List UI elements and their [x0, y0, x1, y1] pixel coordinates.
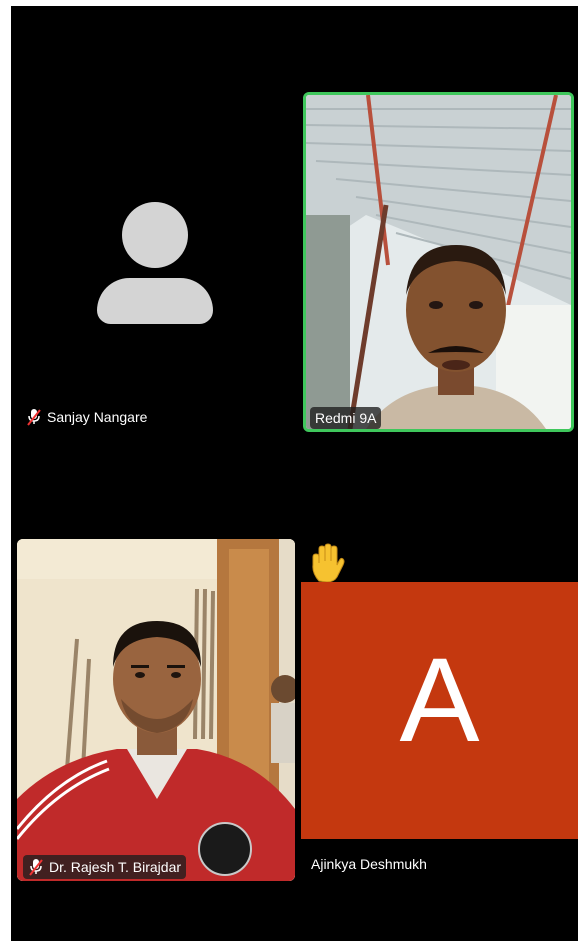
default-avatar-head — [122, 202, 188, 268]
participant-name: Sanjay Nangare — [47, 409, 148, 425]
name-pill: Dr. Rajesh T. Birajdar — [23, 855, 187, 879]
participant-tile-redmi[interactable]: Redmi 9A — [303, 92, 574, 432]
participant-name-label: Sanjay Nangare — [26, 408, 147, 426]
participant-name: Dr. Rajesh T. Birajdar — [49, 859, 182, 875]
mic-muted-icon — [29, 859, 43, 876]
video-grid: Sanjay Nangare Redmi 9A Dr. Rajesh T. Bi… — [11, 6, 578, 941]
mic-muted-icon — [27, 409, 41, 426]
participant-name: Redmi 9A — [310, 407, 382, 429]
video-feed — [17, 539, 295, 881]
participant-tile-ajinkya[interactable]: A — [301, 582, 578, 839]
participant-tile-rajesh[interactable]: Dr. Rajesh T. Birajdar — [17, 539, 295, 881]
raised-hand-icon — [312, 543, 345, 583]
participant-name-label: Redmi 9A — [310, 407, 382, 429]
default-avatar-body — [97, 278, 213, 324]
participant-name: Ajinkya Deshmukh — [311, 856, 427, 872]
participant-tile-sanjay[interactable]: Sanjay Nangare — [11, 92, 298, 432]
video-feed — [306, 95, 571, 429]
participant-name-label: Ajinkya Deshmukh — [311, 856, 427, 872]
participant-name-label: Dr. Rajesh T. Birajdar — [23, 855, 187, 879]
avatar-letter: A — [399, 633, 480, 767]
